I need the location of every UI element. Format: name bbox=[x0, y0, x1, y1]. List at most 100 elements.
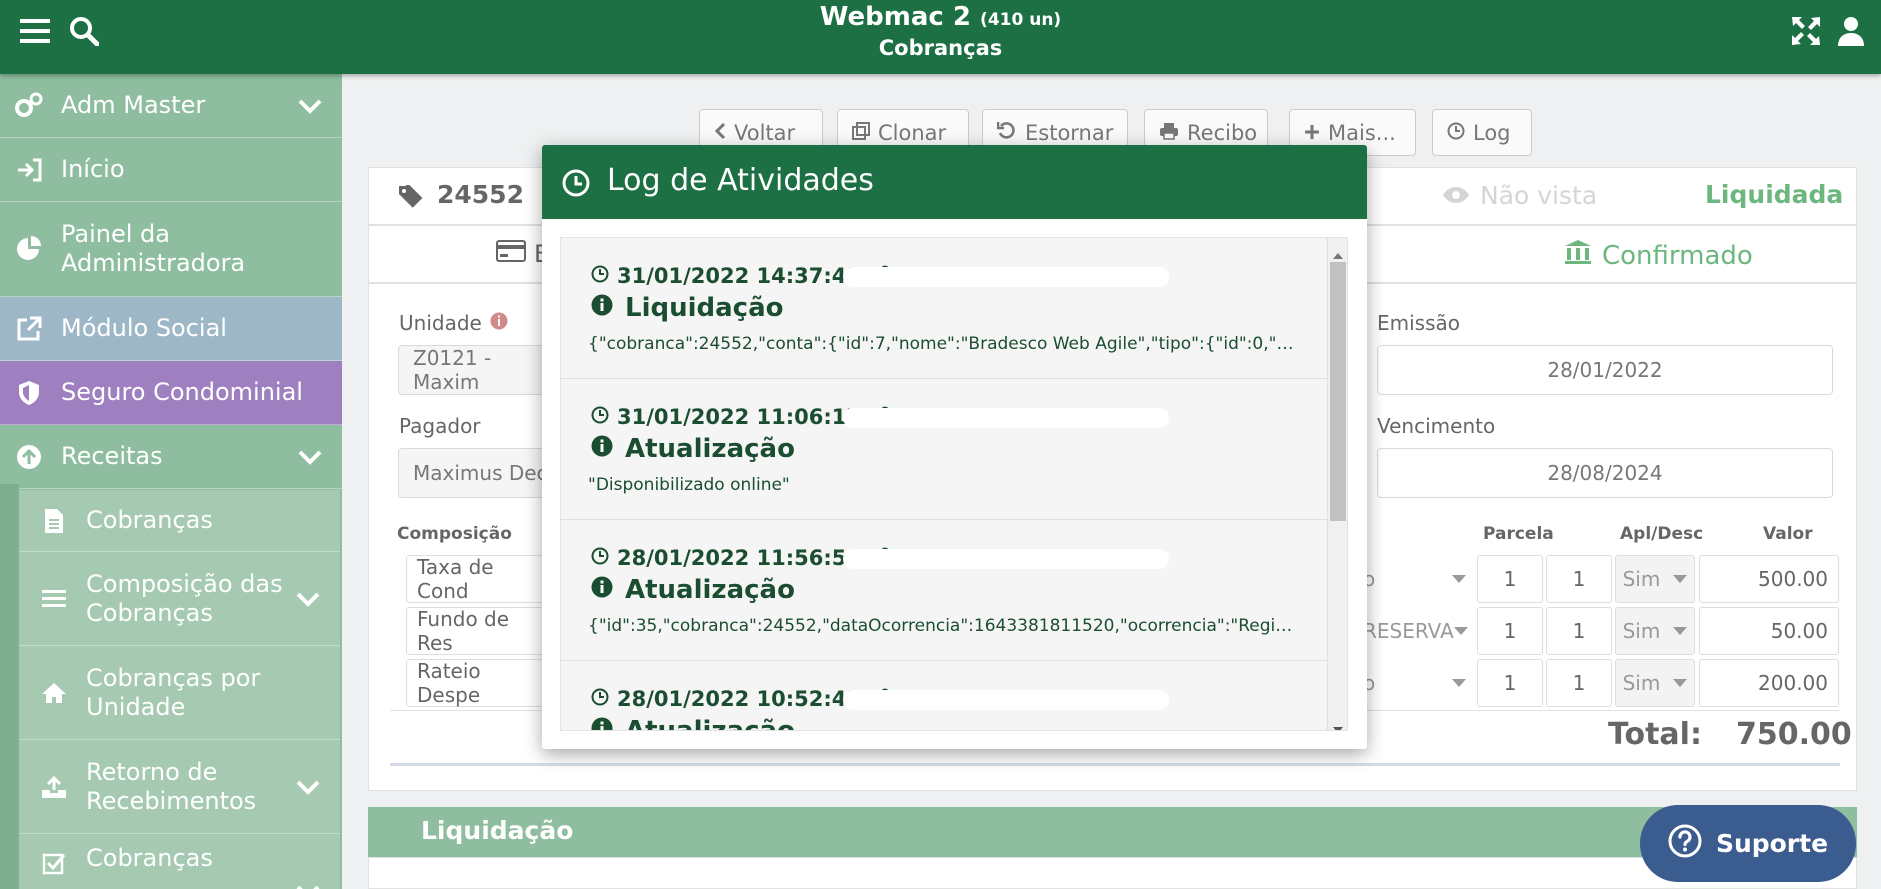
row-parcela-b[interactable]: 1 bbox=[1546, 659, 1612, 707]
row-parcela-a[interactable]: 1 bbox=[1477, 607, 1543, 655]
row-parcela-a[interactable]: 1 bbox=[1477, 659, 1543, 707]
fullscreen-icon[interactable] bbox=[1789, 14, 1823, 48]
info-circle-icon bbox=[591, 434, 613, 464]
chevron-down-icon bbox=[294, 585, 322, 613]
visto-status: Não vista bbox=[1442, 181, 1597, 210]
print-icon bbox=[1159, 121, 1179, 145]
row-apl-select[interactable]: Sim bbox=[1615, 607, 1695, 655]
gears-icon bbox=[14, 91, 44, 121]
arrow-up-circle-icon bbox=[14, 442, 44, 472]
sidebar-subitem-composicao[interactable]: Composição das Cobranças bbox=[19, 552, 340, 646]
liquidacao-body bbox=[368, 857, 1857, 889]
row-conta-select[interactable]: o bbox=[1352, 659, 1477, 707]
sidebar-item-label: Cobranças bbox=[86, 506, 213, 534]
info-icon[interactable] bbox=[490, 311, 508, 335]
sidebar-subitem-por-unidade[interactable]: Cobranças por Unidade bbox=[19, 646, 340, 740]
info-circle-icon bbox=[591, 716, 613, 730]
sidebar-item-label: Início bbox=[61, 155, 125, 183]
row-valor[interactable]: 50.00 bbox=[1699, 607, 1839, 655]
caret-down-icon bbox=[1673, 679, 1688, 687]
log-list[interactable]: 31/01/2022 14:37:43 Liquidação {"cobranc… bbox=[560, 237, 1348, 731]
confirmado-label: Confirmado bbox=[1602, 240, 1753, 271]
question-circle-icon bbox=[1668, 824, 1702, 864]
sidebar-subitem-retorno[interactable]: Retorno de Recebimentos bbox=[19, 740, 340, 834]
vencimento-label: Vencimento bbox=[1377, 414, 1496, 438]
clock-icon bbox=[591, 405, 609, 429]
redacted-user bbox=[843, 690, 1169, 710]
clone-icon bbox=[852, 121, 870, 145]
tab-confirmado[interactable]: Confirmado bbox=[1564, 239, 1753, 272]
upload-icon bbox=[39, 772, 69, 802]
sidebar-item-label: Seguro Condominial bbox=[61, 378, 303, 406]
mais-label: Mais... bbox=[1328, 120, 1396, 145]
pie-chart-icon bbox=[14, 234, 44, 264]
vencimento-field[interactable]: 28/08/2024 bbox=[1377, 448, 1833, 498]
log-scrollbar[interactable] bbox=[1327, 238, 1347, 730]
sidebar-item-label: Cobranças por Unidade bbox=[86, 663, 261, 721]
activity-log-modal: Log de Atividades 31/01/2022 14:37:43 Li… bbox=[542, 145, 1367, 749]
sidebar-item-label: Retorno de Recebimentos bbox=[86, 757, 257, 815]
suporte-button[interactable]: Suporte bbox=[1640, 805, 1856, 882]
row-description[interactable]: Fundo de Res bbox=[406, 607, 546, 655]
sidebar-subitem-cobrancas[interactable]: Cobranças bbox=[19, 490, 340, 552]
sidebar-item-painel[interactable]: Painel da Administradora bbox=[0, 202, 342, 297]
sidebar-item-modulo-social[interactable]: Módulo Social bbox=[0, 297, 342, 361]
user-icon[interactable] bbox=[1834, 14, 1868, 48]
total-value: 750.00 bbox=[1736, 717, 1852, 752]
unit-count: (410 un) bbox=[980, 10, 1062, 30]
row-parcela-b[interactable]: 1 bbox=[1546, 555, 1612, 603]
plus-icon bbox=[1304, 121, 1320, 145]
col-composicao: Composição bbox=[397, 524, 512, 544]
unidade-field[interactable]: Z0121 - Maxim bbox=[398, 345, 558, 395]
sign-in-icon bbox=[14, 155, 44, 185]
checkbox-icon bbox=[39, 848, 69, 878]
page-title: Cobranças bbox=[878, 36, 1003, 60]
caret-down-icon bbox=[1452, 679, 1466, 687]
log-timestamp-text: 31/01/2022 14:37:43 bbox=[617, 264, 862, 288]
log-label: Log bbox=[1473, 120, 1511, 145]
top-bar: Webmac 2 (410 un) Cobranças bbox=[0, 0, 1881, 74]
estornar-label: Estornar bbox=[1025, 120, 1114, 145]
row-parcela-a[interactable]: 1 bbox=[1477, 555, 1543, 603]
info-circle-icon bbox=[591, 575, 613, 605]
shield-icon bbox=[14, 378, 44, 408]
sidebar-item-inicio[interactable]: Início bbox=[0, 138, 342, 202]
modal-title: Log de Atividades bbox=[607, 163, 874, 198]
sidebar-item-adm-master[interactable]: Adm Master bbox=[0, 74, 342, 138]
scroll-up-icon[interactable] bbox=[1333, 244, 1343, 263]
row-valor[interactable]: 500.00 bbox=[1699, 555, 1839, 603]
status-badge: Liquidada bbox=[1705, 180, 1844, 209]
log-button[interactable]: Log bbox=[1432, 109, 1532, 156]
row-parcela-b[interactable]: 1 bbox=[1546, 607, 1612, 655]
chevron-down-icon bbox=[296, 92, 324, 120]
row-description[interactable]: Taxa de Cond bbox=[406, 555, 546, 603]
scroll-down-icon[interactable] bbox=[1333, 718, 1343, 730]
log-payload: {"id":35,"cobranca":24552,"dataOcorrenci… bbox=[588, 616, 1300, 636]
row-apl-select[interactable]: Sim bbox=[1615, 659, 1695, 707]
sidebar-item-seguro[interactable]: Seguro Condominial bbox=[0, 361, 342, 425]
emissao-field[interactable]: 28/01/2022 bbox=[1377, 345, 1833, 395]
document-icon bbox=[39, 506, 69, 536]
row-conta-select[interactable]: RESERVA bbox=[1352, 607, 1477, 655]
caret-down-icon bbox=[1453, 627, 1468, 635]
row-apl-value: Sim bbox=[1622, 567, 1661, 591]
sidebar-subitem-cobrancas-2[interactable]: Cobranças bbox=[19, 834, 340, 889]
row-conta-select[interactable]: o bbox=[1352, 555, 1477, 603]
row-apl-value: Sim bbox=[1622, 671, 1661, 695]
log-kind-text: Atualização bbox=[625, 716, 795, 731]
log-kind: Liquidação bbox=[591, 293, 784, 323]
row-apl-select[interactable]: Sim bbox=[1615, 555, 1695, 603]
sidebar-item-receitas[interactable]: Receitas bbox=[0, 425, 342, 489]
redacted-user bbox=[843, 267, 1169, 287]
clock-icon bbox=[591, 264, 609, 288]
tag-icon bbox=[398, 184, 426, 212]
submenu-rail bbox=[0, 484, 19, 889]
scrollbar-thumb[interactable] bbox=[1330, 262, 1346, 521]
pagador-field[interactable]: Maximus Dec bbox=[398, 448, 558, 498]
row-valor[interactable]: 200.00 bbox=[1699, 659, 1839, 707]
clonar-label: Clonar bbox=[878, 120, 947, 145]
row-description[interactable]: Rateio Despe bbox=[406, 659, 546, 707]
redacted-user bbox=[843, 549, 1169, 569]
sidebar-item-label: Composição das Cobranças bbox=[86, 569, 283, 627]
unidade-label: Unidade bbox=[399, 311, 508, 335]
